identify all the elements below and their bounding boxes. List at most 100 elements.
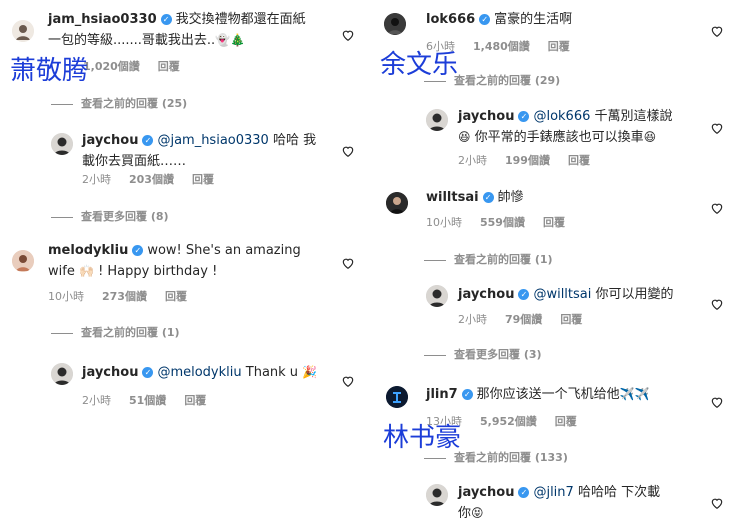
party-popper-emoji: 🎉 [302, 365, 318, 379]
thread-line [424, 259, 446, 261]
timestamp: 2小時 [458, 154, 487, 167]
comment-text: jaychou ✓ @jlin7 哈哈哈 下次載 你😝 [458, 485, 661, 521]
tongue-emoji: 😝 [471, 506, 484, 520]
mention-link[interactable]: @lok666 [533, 109, 590, 124]
view-more-replies-link[interactable]: 查看更多回覆 (3) [424, 346, 542, 362]
thread-line [51, 332, 73, 334]
comment-meta: 2小時 203個讚 回覆 [82, 171, 232, 187]
verified-badge-icon: ✓ [518, 111, 530, 122]
username[interactable]: melodykliu [48, 243, 128, 258]
like-heart-icon[interactable] [341, 144, 355, 158]
likes-count[interactable]: 1,480個讚 [473, 40, 530, 53]
avatar-melodykliu[interactable] [12, 250, 34, 272]
view-replies-link[interactable]: 查看之前的回覆 (25) [51, 95, 187, 111]
reply-button[interactable]: 回覆 [560, 313, 582, 326]
comment-meta: 2小時 199個讚 回覆 [458, 152, 608, 168]
thread-line [51, 216, 73, 218]
username[interactable]: jaychou [82, 133, 138, 148]
avatar-willtsai[interactable] [386, 192, 408, 214]
like-heart-icon[interactable] [710, 395, 724, 409]
verified-badge-icon: ✓ [518, 487, 530, 498]
comment-body: 那你应该送一个飞机给他 [476, 387, 620, 402]
like-heart-icon[interactable] [710, 121, 724, 135]
reply-button[interactable]: 回覆 [548, 40, 570, 53]
reply-button[interactable]: 回覆 [568, 154, 590, 167]
likes-count[interactable]: 559個讚 [480, 216, 525, 229]
reply-button[interactable]: 回覆 [158, 60, 180, 73]
timestamp: 10小時 [426, 216, 462, 229]
avatar-jaychou[interactable] [426, 484, 448, 506]
avatar-jaychou[interactable] [51, 363, 73, 385]
mention-link[interactable]: @jlin7 [533, 485, 573, 500]
mention-link[interactable]: @jam_hsiao0330 [157, 133, 268, 148]
timestamp: 2小時 [458, 313, 487, 326]
reply-button[interactable]: 回覆 [555, 415, 577, 428]
thread-line [424, 80, 446, 82]
avatar-jlin7[interactable] [386, 386, 408, 408]
comment-body: wow! She's an amazing [147, 243, 301, 258]
avatar-jaychou[interactable] [51, 133, 73, 155]
thread-line [424, 354, 446, 356]
comment-text: jlin7 ✓ 那你应该送一个飞机给他✈️✈️ [426, 384, 706, 405]
comment-meta: 2小時 79個讚 回覆 [458, 311, 600, 327]
like-heart-icon[interactable] [710, 201, 724, 215]
grinning-emoji: 😆 [458, 130, 471, 144]
reply-button[interactable]: 回覆 [165, 290, 187, 303]
reply-button[interactable]: 回覆 [192, 173, 214, 186]
verified-badge-icon: ✓ [142, 367, 154, 378]
mention-link[interactable]: @willtsai [533, 287, 591, 302]
view-more-replies-link[interactable]: 查看更多回覆 (8) [51, 208, 169, 224]
avatar-jaychou[interactable] [426, 109, 448, 131]
verified-badge-icon: ✓ [132, 245, 144, 256]
timestamp: 2小時 [82, 173, 111, 186]
view-replies-link[interactable]: 查看之前的回覆 (1) [51, 324, 180, 340]
username[interactable]: jaychou [458, 287, 514, 302]
comment-body: 一包的等級.......哥載我出去.. [48, 33, 216, 48]
username[interactable]: jaychou [458, 485, 514, 500]
verified-badge-icon: ✓ [461, 389, 473, 400]
overlay-name-label: 余文乐 [380, 50, 459, 80]
like-heart-icon[interactable] [341, 256, 355, 270]
username[interactable]: jaychou [82, 365, 138, 380]
avatar-jaychou[interactable] [426, 285, 448, 307]
timestamp: 2小時 [82, 394, 111, 407]
comment-text: jaychou ✓ @melodykliu Thank u 🎉 [82, 365, 318, 380]
raised-hands-emoji: 🙌🏻 [78, 264, 94, 278]
comment-meta: 10小時 559個讚 回覆 [426, 214, 583, 230]
like-heart-icon[interactable] [710, 24, 724, 38]
like-heart-icon[interactable] [710, 496, 724, 510]
view-replies-link[interactable]: 查看之前的回覆 (1) [424, 251, 553, 267]
likes-count[interactable]: 51個讚 [129, 394, 166, 407]
comment-body: 富豪的生活啊 [494, 12, 573, 27]
username[interactable]: jlin7 [426, 387, 458, 402]
reply-button[interactable]: 回覆 [543, 216, 565, 229]
likes-count[interactable]: 199個讚 [505, 154, 550, 167]
likes-count[interactable]: 203個讚 [129, 173, 174, 186]
avatar-jam-hsiao[interactable] [12, 20, 34, 42]
thread-line [51, 103, 73, 105]
like-heart-icon[interactable] [341, 28, 355, 42]
likes-count[interactable]: 5,952個讚 [480, 415, 537, 428]
grinning-emoji: 😆 [643, 130, 657, 144]
verified-badge-icon: ✓ [482, 192, 494, 203]
likes-count[interactable]: 273個讚 [102, 290, 147, 303]
username[interactable]: lok666 [426, 12, 475, 27]
like-heart-icon[interactable] [341, 374, 355, 388]
verified-badge-icon: ✓ [142, 135, 154, 146]
username[interactable]: jam_hsiao0330 [48, 12, 157, 27]
like-heart-icon[interactable] [710, 297, 724, 311]
mention-link[interactable]: @melodykliu [157, 365, 241, 380]
comment-meta: 2小時 51個讚 回覆 [82, 392, 224, 408]
verified-badge-icon: ✓ [160, 14, 172, 25]
ghost-tree-emoji: 👻🎄 [215, 33, 246, 47]
comment-body: 帥慘 [497, 190, 524, 205]
avatar-lok666[interactable] [384, 13, 406, 35]
username[interactable]: willtsai [426, 190, 479, 205]
comment-text: jaychou ✓ @jam_hsiao0330 哈哈 我 載你去買面紙…… [82, 133, 317, 169]
username[interactable]: jaychou [458, 109, 514, 124]
likes-count[interactable]: 1,020個讚 [83, 60, 140, 73]
reply-button[interactable]: 回覆 [184, 394, 206, 407]
comment-text: jaychou ✓ @lok666 千萬別這樣說 😆 你平常的手錶應該也可以換車😆 [458, 109, 673, 145]
likes-count[interactable]: 79個讚 [505, 313, 542, 326]
thread-line [424, 457, 446, 459]
